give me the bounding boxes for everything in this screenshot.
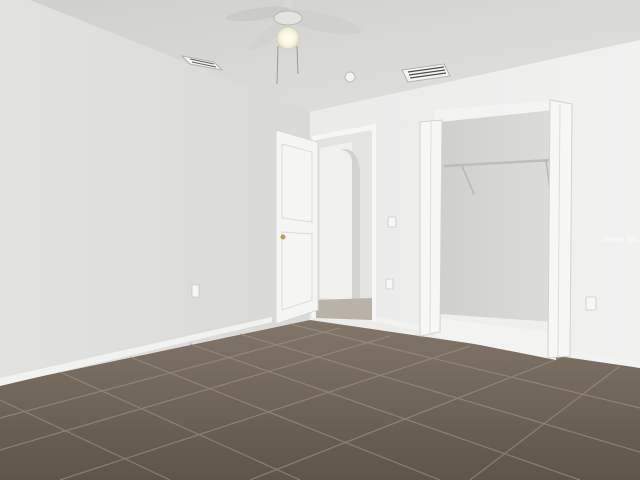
outlet-right-wall [585, 296, 597, 311]
smoke-detector [344, 71, 356, 83]
closet-interior [440, 110, 554, 332]
outlet-back-wall [385, 278, 394, 290]
bedroom-photo [0, 0, 640, 480]
hallway-far-wall [320, 142, 352, 300]
light-switch [387, 216, 397, 228]
door-knob [280, 234, 286, 240]
ceiling-fan-light [276, 26, 300, 50]
watermark: Stellar MLS [601, 235, 640, 244]
hallway-floor [316, 298, 372, 320]
outlet-left-wall [191, 284, 200, 298]
